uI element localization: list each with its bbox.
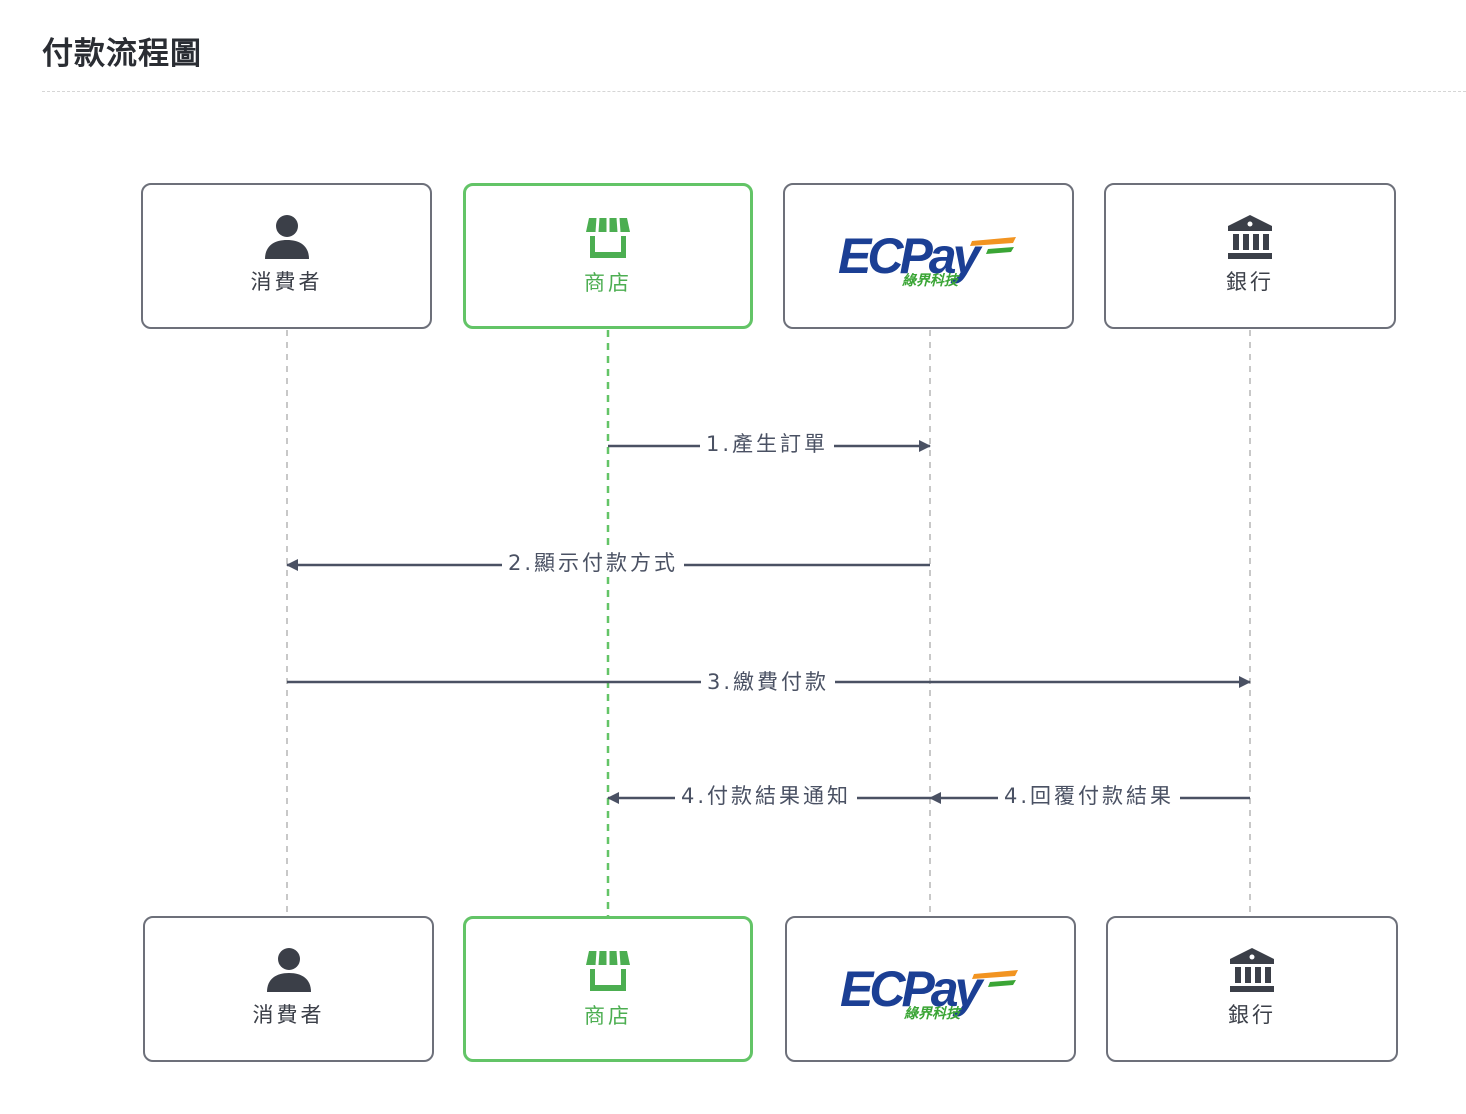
message-label-show-payment-methods: 2.顯示付款方式 — [502, 549, 685, 577]
actor-box-consumer-top: 消費者 — [141, 183, 432, 329]
actor-label-consumer: 消費者 — [250, 270, 323, 294]
svg-text:綠界科技: 綠界科技 — [904, 1005, 962, 1022]
actor-box-store-bottom: 商店 — [463, 916, 753, 1062]
bank-icon — [1228, 215, 1272, 259]
user-icon — [266, 948, 311, 992]
svg-text:綠界科技: 綠界科技 — [902, 272, 960, 289]
storefront-icon — [586, 217, 630, 258]
actor-label-consumer: 消費者 — [252, 1003, 325, 1027]
actor-box-store-top: 商店 — [463, 183, 753, 329]
actor-label-store: 商店 — [584, 1004, 632, 1028]
actor-box-consumer-bottom: 消費者 — [143, 916, 434, 1062]
actor-box-ecpay-bottom: ECPay 綠界科技 — [785, 916, 1076, 1062]
message-label-reply-payment-result: 4.回覆付款結果 — [998, 782, 1181, 810]
bank-icon — [1230, 948, 1274, 992]
actor-box-bank-bottom: 銀行 — [1106, 916, 1398, 1062]
storefront-icon — [586, 950, 630, 991]
actor-box-ecpay-top: ECPay 綠界科技 — [783, 183, 1074, 329]
actor-label-store: 商店 — [584, 271, 632, 295]
message-label-create-order: 1.產生訂單 — [700, 430, 835, 458]
ecpay-logo: ECPay 綠界科技 — [840, 961, 1018, 1022]
actor-label-bank: 銀行 — [1228, 1003, 1276, 1027]
actor-label-bank: 銀行 — [1226, 270, 1274, 294]
message-label-payment-result-notify: 4.付款結果通知 — [675, 782, 858, 810]
actor-box-bank-top: 銀行 — [1104, 183, 1396, 329]
ecpay-logo: ECPay 綠界科技 — [838, 228, 1016, 289]
user-icon — [264, 215, 309, 259]
message-label-pay: 3.繳費付款 — [701, 668, 836, 696]
